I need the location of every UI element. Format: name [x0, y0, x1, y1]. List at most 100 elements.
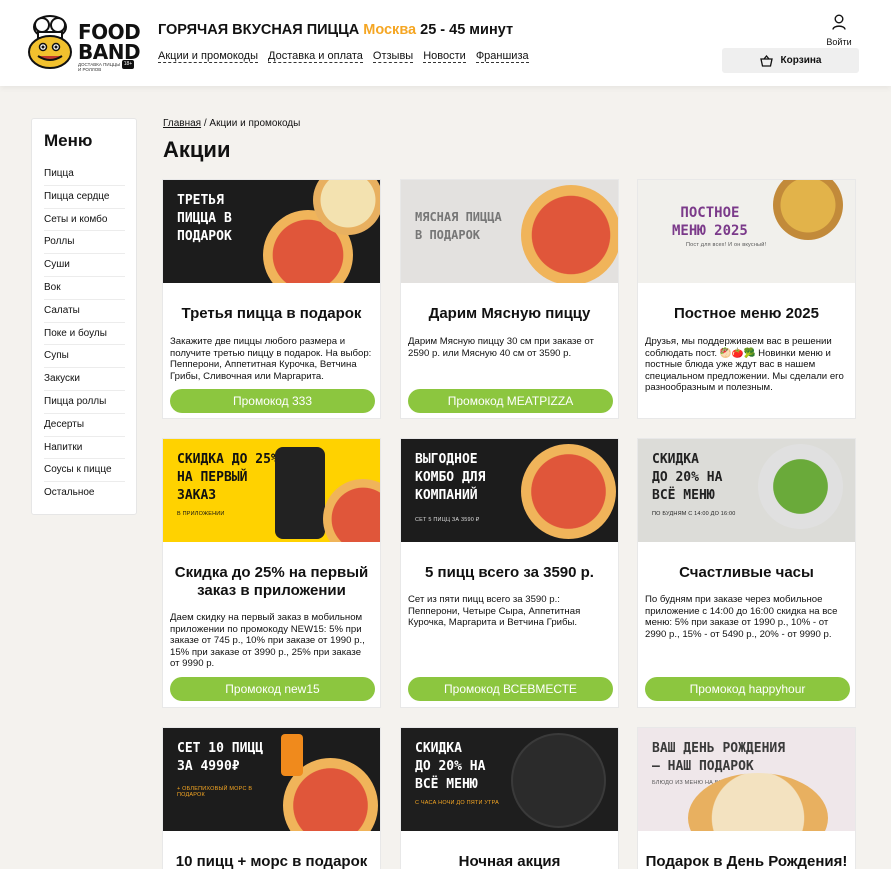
promo-card[interactable]: ПОСТНОЕ МЕНЮ 2025 Пост для всех! И он вк…: [637, 179, 856, 419]
promo-banner-image: СКИДКА ДО 25% НА ПЕРВЫЙ ЗАКАЗ В ПРИЛОЖЕН…: [163, 439, 380, 542]
login-label: Войти: [826, 37, 852, 47]
sidebar-item-sets[interactable]: Сеты и комбо: [44, 209, 125, 232]
breadcrumb: Главная / Акции и промокоды: [163, 118, 300, 129]
sidebar-item-heart-pizza[interactable]: Пицца сердце: [44, 186, 125, 209]
promo-code-button[interactable]: Промокод new15: [170, 677, 375, 701]
sidebar-item-drinks[interactable]: Напитки: [44, 437, 125, 460]
clock-plate-image: [511, 733, 606, 828]
promo-code-button[interactable]: Промокод 333: [170, 389, 375, 413]
nav-link-delivery[interactable]: Доставка и оплата: [268, 50, 363, 63]
menu-sidebar: Меню Пицца Пицца сердце Сеты и комбо Рол…: [31, 118, 137, 515]
sidebar-item-wok[interactable]: Вок: [44, 277, 125, 300]
banner-text: ВАШ ДЕНЬ РОЖДЕНИЯ – НАШ ПОДАРОК: [652, 741, 786, 774]
banner-text: СЕТ 10 ПИЦЦ ЗА 4990₽: [177, 741, 264, 774]
promo-title: Третья пицца в подарок: [181, 305, 362, 322]
promo-card[interactable]: СКИДКА ДО 20% НА ВСЁ МЕНЮ ПО БУДНЯМ С 14…: [637, 438, 856, 708]
promo-code-button[interactable]: Промокод happyhour: [645, 677, 850, 701]
banner-subtext: ПО БУДНЯМ С 14:00 ДО 16:00: [652, 511, 736, 517]
phone-image: [275, 447, 325, 539]
sidebar-item-poke[interactable]: Поке и боулы: [44, 323, 125, 346]
promo-code-button[interactable]: Промокод ВСЕВМЕСТЕ: [408, 677, 613, 701]
food-band-logo[interactable]: FOOD BAND ДОСТАВКА ПИЦЦЫ И РОЛЛОВ 18+: [28, 14, 141, 72]
promo-description: Даем скидку на первый заказ в мобильном …: [170, 612, 365, 669]
promo-title: Ночная акция: [458, 853, 561, 869]
sidebar-item-other[interactable]: Остальное: [44, 482, 125, 505]
banner-subtext: СЕТ 5 ПИЦЦ ЗА 3590 ₽: [415, 517, 480, 523]
promo-card[interactable]: ВЫГОДНОЕ КОМБО ДЛЯ КОМПАНИЙ СЕТ 5 ПИЦЦ З…: [400, 438, 619, 708]
login-button[interactable]: Войти: [826, 14, 852, 47]
promo-description: Дарим Мясную пиццу 30 см при заказе от 2…: [408, 336, 594, 359]
banner-text: ВЫГОДНОЕ КОМБО ДЛЯ КОМПАНИЙ: [415, 452, 486, 503]
promo-title: Скидка до 25% на первый заказ в приложен…: [174, 564, 369, 599]
promo-banner-image: ТРЕТЬЯ ПИЦЦА В ПОДАРОК: [163, 180, 380, 283]
promo-banner-image: ВАШ ДЕНЬ РОЖДЕНИЯ – НАШ ПОДАРОК БЛЮДО ИЗ…: [638, 728, 855, 831]
promo-banner-image: ПОСТНОЕ МЕНЮ 2025 Пост для всех! И он вк…: [638, 180, 855, 283]
sidebar-item-pizza-rolls[interactable]: Пицца роллы: [44, 391, 125, 414]
promo-description: Друзья, мы поддерживаем вас в решении со…: [645, 336, 844, 393]
promo-description: Сет из пяти пицц всего за 3590 р.: Пеппе…: [408, 594, 581, 628]
promo-banner-image: МЯСНАЯ ПИЦЦА В ПОДАРОК: [401, 180, 618, 283]
promo-banner-image: СЕТ 10 ПИЦЦ ЗА 4990₽ + ОБЛЕПИХОВЫЙ МОРС …: [163, 728, 380, 831]
pizza-image: [521, 185, 618, 283]
nav-link-promos[interactable]: Акции и промокоды: [158, 50, 259, 63]
promo-card[interactable]: ВАШ ДЕНЬ РОЖДЕНИЯ – НАШ ПОДАРОК БЛЮДО ИЗ…: [637, 727, 856, 869]
banner-text: ТРЕТЬЯ ПИЦЦА В ПОДАРОК: [177, 193, 232, 244]
logo-word-band: BAND: [78, 40, 141, 64]
promo-title: 5 пицц всего за 3590 р.: [425, 564, 594, 581]
promo-card[interactable]: ТРЕТЬЯ ПИЦЦА В ПОДАРОК Третья пицца в по…: [162, 179, 381, 419]
promo-description: Закажите две пиццы любого размера и полу…: [170, 336, 372, 382]
breadcrumb-home[interactable]: Главная: [163, 118, 201, 129]
chef-mascot-icon: [28, 15, 72, 69]
banner-text: ПОСТНОЕ МЕНЮ 2025: [672, 205, 748, 239]
pizza-image: [323, 479, 380, 542]
pizza-image: [773, 180, 843, 240]
promo-banner-image: ВЫГОДНОЕ КОМБО ДЛЯ КОМПАНИЙ СЕТ 5 ПИЦЦ З…: [401, 439, 618, 542]
nav-link-franchise[interactable]: Франшиза: [475, 50, 529, 63]
city-selector[interactable]: Москва: [363, 22, 416, 38]
promo-title: Подарок в День Рождения!: [645, 853, 848, 869]
sidebar-item-desserts[interactable]: Десерты: [44, 414, 125, 437]
breadcrumb-separator: /: [203, 118, 207, 129]
promo-card[interactable]: СЕТ 10 ПИЦЦ ЗА 4990₽ + ОБЛЕПИХОВЫЙ МОРС …: [162, 727, 381, 869]
sidebar-item-soups[interactable]: Супы: [44, 345, 125, 369]
promo-title: 10 пицц + морс в подарок: [175, 853, 368, 869]
site-header: FOOD BAND ДОСТАВКА ПИЦЦЫ И РОЛЛОВ 18+ ГО…: [0, 0, 891, 86]
sidebar-item-salads[interactable]: Салаты: [44, 300, 125, 323]
logo-subtitle: ДОСТАВКА ПИЦЦЫ И РОЛЛОВ: [78, 62, 121, 72]
promo-card[interactable]: МЯСНАЯ ПИЦЦА В ПОДАРОК Дарим Мясную пицц…: [400, 179, 619, 419]
pizza-image: [521, 444, 616, 539]
banner-subtext: В ПРИЛОЖЕНИИ: [177, 511, 225, 517]
nav-link-reviews[interactable]: Отзывы: [372, 50, 414, 63]
promo-title: Постное меню 2025: [673, 305, 819, 322]
promo-code-button[interactable]: Промокод MEATPIZZA: [408, 389, 613, 413]
sidebar-item-sauces[interactable]: Соусы к пицце: [44, 459, 125, 483]
juice-bottle-image: [281, 734, 303, 776]
sidebar-item-snacks[interactable]: Закуски: [44, 368, 125, 391]
banner-subtext: С ЧАСА НОЧИ ДО ПЯТИ УТРА: [415, 800, 499, 806]
banner-subtext: + ОБЛЕПИХОВЫЙ МОРС В ПОДАРОК: [177, 786, 253, 798]
page-title: Акции: [163, 137, 231, 162]
sidebar-item-pizza[interactable]: Пицца: [44, 163, 125, 186]
headline-text: ГОРЯЧАЯ ВКУСНАЯ ПИЦЦА: [158, 22, 360, 38]
sidebar-title: Меню: [44, 131, 93, 150]
logo-word-food: FOOD: [78, 20, 141, 44]
banner-text: МЯСНАЯ ПИЦЦА В ПОДАРОК: [415, 210, 502, 242]
banner-text: СКИДКА ДО 20% НА ВСЁ МЕНЮ: [652, 452, 723, 503]
nav-link-news[interactable]: Новости: [423, 50, 466, 63]
delivery-time: 25 - 45 минут: [420, 22, 514, 38]
sidebar-item-sushi[interactable]: Суши: [44, 254, 125, 277]
cart-label: Корзина: [780, 55, 822, 66]
basket-icon: [759, 54, 773, 67]
promo-banner-image: СКИДКА ДО 20% НА ВСЁ МЕНЮ ПО БУДНЯМ С 14…: [638, 439, 855, 542]
sidebar-item-rolls[interactable]: Роллы: [44, 231, 125, 255]
salad-image: [758, 444, 843, 529]
promo-banner-image: СКИДКА ДО 20% НА ВСЁ МЕНЮ С ЧАСА НОЧИ ДО…: [401, 728, 618, 831]
promo-card[interactable]: СКИДКА ДО 20% НА ВСЁ МЕНЮ С ЧАСА НОЧИ ДО…: [400, 727, 619, 869]
promo-description: По будням при заказе через мобильное при…: [645, 594, 838, 640]
header-headline: ГОРЯЧАЯ ВКУСНАЯ ПИЦЦА Москва 25 - 45 мин…: [158, 22, 513, 38]
cart-button[interactable]: Корзина: [722, 48, 859, 73]
promo-card[interactable]: СКИДКА ДО 25% НА ПЕРВЫЙ ЗАКАЗ В ПРИЛОЖЕН…: [162, 438, 381, 708]
banner-text: СКИДКА ДО 20% НА ВСЁ МЕНЮ: [415, 741, 486, 792]
user-icon: [832, 14, 846, 30]
promo-title: Счастливые часы: [679, 564, 814, 581]
